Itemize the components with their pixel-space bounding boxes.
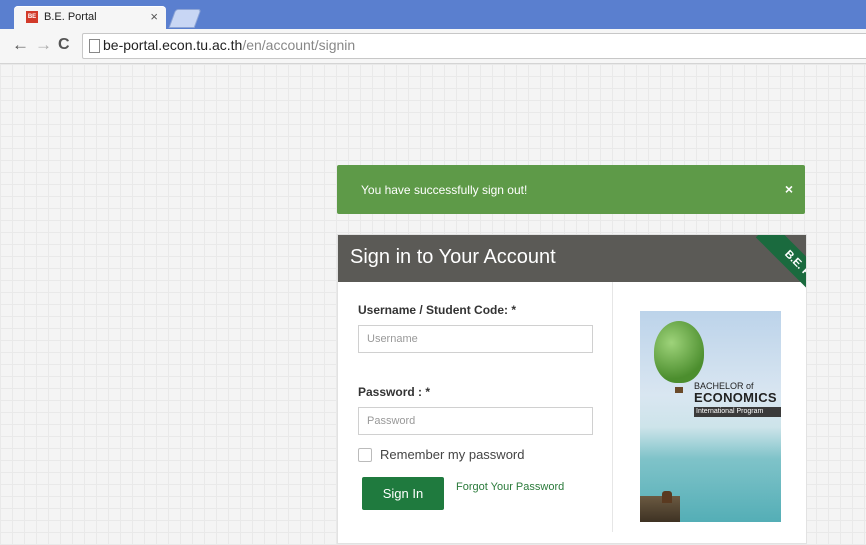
password-input[interactable]: [358, 407, 593, 435]
forward-arrow-icon[interactable]: →: [35, 35, 52, 55]
browser-tab-bar: BE B.E. Portal ×: [0, 0, 866, 29]
url-path: /en/account/signin: [242, 37, 356, 53]
forgot-password-link[interactable]: Forgot Your Password: [456, 481, 564, 493]
url-host: be-portal.econ.tu.ac.th: [103, 37, 243, 53]
hot-air-balloon-graphic: [654, 321, 704, 383]
address-bar[interactable]: be-portal.econ.tu.ac.th/en/account/signi…: [82, 33, 866, 59]
column-divider: [612, 282, 613, 532]
signin-card: Sign in to Your Account B.E. Portal User…: [337, 234, 807, 544]
tab-close-icon[interactable]: ×: [150, 9, 158, 24]
balloon-basket-graphic: [675, 387, 683, 393]
back-arrow-icon[interactable]: ←: [12, 35, 29, 55]
signin-button[interactable]: Sign In: [362, 477, 444, 510]
username-input[interactable]: [358, 325, 593, 353]
url-text[interactable]: be-portal.econ.tu.ac.th/en/account/signi…: [103, 37, 355, 53]
page-icon: [89, 39, 100, 53]
signin-header: Sign in to Your Account: [338, 235, 806, 282]
favicon-icon: BE: [26, 11, 38, 23]
alert-message: You have successfully sign out!: [361, 183, 528, 197]
program-cover-image: BACHELOR of ECONOMICS International Prog…: [640, 311, 781, 522]
reload-icon[interactable]: C: [58, 35, 70, 55]
remember-label[interactable]: Remember my password: [380, 447, 525, 462]
signin-title: Sign in to Your Account: [350, 246, 556, 268]
success-alert: You have successfully sign out! ×: [337, 165, 805, 214]
remember-checkbox[interactable]: [358, 448, 372, 462]
bollard-graphic: [662, 491, 672, 503]
new-tab-button[interactable]: [168, 9, 202, 28]
page-background: You have successfully sign out! × Sign i…: [0, 64, 866, 545]
browser-tab[interactable]: BE B.E. Portal ×: [14, 6, 166, 29]
password-label: Password : *: [358, 385, 431, 399]
signin-form: Username / Student Code: * Password : * …: [358, 282, 613, 543]
cover-line-2: ECONOMICS: [694, 390, 777, 405]
dock-graphic: [640, 496, 680, 522]
cover-line-3: International Program: [694, 407, 781, 417]
username-label: Username / Student Code: *: [358, 303, 517, 317]
browser-toolbar: ← → C be-portal.econ.tu.ac.th/en/account…: [0, 29, 866, 64]
alert-close-icon[interactable]: ×: [785, 181, 793, 197]
tab-title: B.E. Portal: [44, 11, 97, 23]
